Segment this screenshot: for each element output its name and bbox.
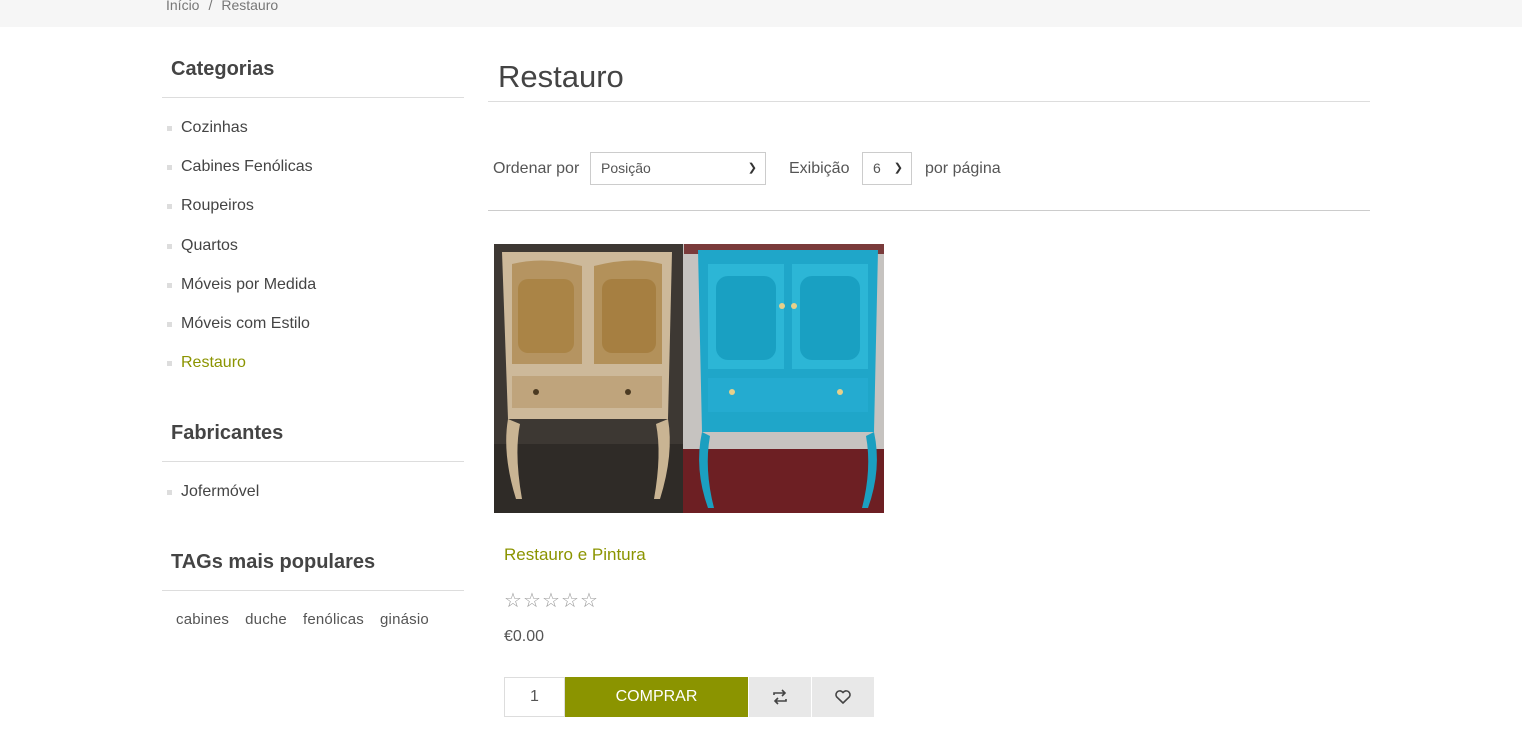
category-item-roupeiros[interactable]: Roupeiros	[162, 186, 464, 225]
page-title: Restauro	[488, 54, 1370, 102]
page-size-select[interactable]: 6 ❯	[862, 152, 912, 185]
chevron-down-icon: ❯	[747, 162, 757, 174]
tags-block: TAGs mais populares cabines duche fenólica…	[162, 547, 464, 628]
tag-cabines[interactable]: cabines	[176, 611, 229, 628]
categories-block: Categorias Cozinhas Cabines Fenólicas Ro…	[162, 54, 464, 382]
chevron-down-icon: ❯	[893, 162, 903, 174]
categories-list: Cozinhas Cabines Fenólicas Roupeiros Qua…	[162, 98, 464, 382]
sort-select[interactable]: Posição ❯	[590, 152, 766, 185]
tag-cloud: cabines duche fenólicas ginásio	[162, 591, 464, 628]
breadcrumb-separator: /	[208, 0, 213, 13]
toolbar-divider	[488, 210, 1370, 211]
rating-stars: ☆ ☆ ☆ ☆ ☆	[504, 588, 599, 613]
product-image[interactable]	[494, 244, 884, 513]
manufacturers-title: Fabricantes	[162, 418, 464, 462]
star-empty-icon: ☆	[580, 590, 598, 612]
category-item-moveis-por-medida[interactable]: Móveis por Medida	[162, 265, 464, 304]
per-page-label: por página	[925, 160, 1001, 177]
breadcrumb-home-link[interactable]: Início	[166, 0, 199, 13]
star-empty-icon: ☆	[561, 590, 579, 612]
manufacturer-item-jofermovel[interactable]: Jofermóvel	[162, 472, 464, 511]
page-size-value: 6	[873, 160, 881, 176]
compare-button[interactable]	[749, 677, 811, 717]
product-title-link[interactable]: Restauro e Pintura	[504, 545, 646, 565]
view-label: Exibição	[789, 160, 850, 177]
breadcrumb: Início / Restauro	[166, 0, 278, 13]
tag-ginasio[interactable]: ginásio	[380, 611, 429, 628]
category-item-cabines-fenolicas[interactable]: Cabines Fenólicas	[162, 147, 464, 186]
breadcrumb-current: Restauro	[221, 0, 279, 13]
star-empty-icon: ☆	[542, 590, 560, 612]
product-price: €0.00	[504, 628, 545, 645]
star-empty-icon: ☆	[523, 590, 541, 612]
quantity-input[interactable]: 1	[504, 677, 565, 717]
breadcrumb-bar: Início / Restauro	[0, 0, 1522, 27]
categories-title: Categorias	[162, 54, 464, 98]
buy-button[interactable]: COMPRAR	[565, 677, 748, 717]
heart-icon	[835, 690, 851, 704]
tags-title: TAGs mais populares	[162, 547, 464, 591]
tag-fenolicas[interactable]: fenólicas	[303, 611, 364, 628]
category-item-cozinhas[interactable]: Cozinhas	[162, 108, 464, 147]
category-item-restauro[interactable]: Restauro	[162, 343, 464, 382]
wishlist-button[interactable]	[812, 677, 874, 717]
star-empty-icon: ☆	[504, 590, 522, 612]
manufacturers-list: Jofermóvel	[162, 462, 464, 511]
sort-select-value: Posição	[601, 160, 651, 176]
manufacturers-block: Fabricantes Jofermóvel	[162, 418, 464, 511]
product-toolbar: Ordenar por Posição ❯ Exibição 6 ❯ por p…	[488, 152, 1370, 185]
sort-label: Ordenar por	[493, 160, 580, 177]
compare-arrows-icon	[773, 689, 787, 705]
category-item-moveis-com-estilo[interactable]: Móveis com Estilo	[162, 304, 464, 343]
category-item-quartos[interactable]: Quartos	[162, 226, 464, 265]
tag-duche[interactable]: duche	[245, 611, 287, 628]
